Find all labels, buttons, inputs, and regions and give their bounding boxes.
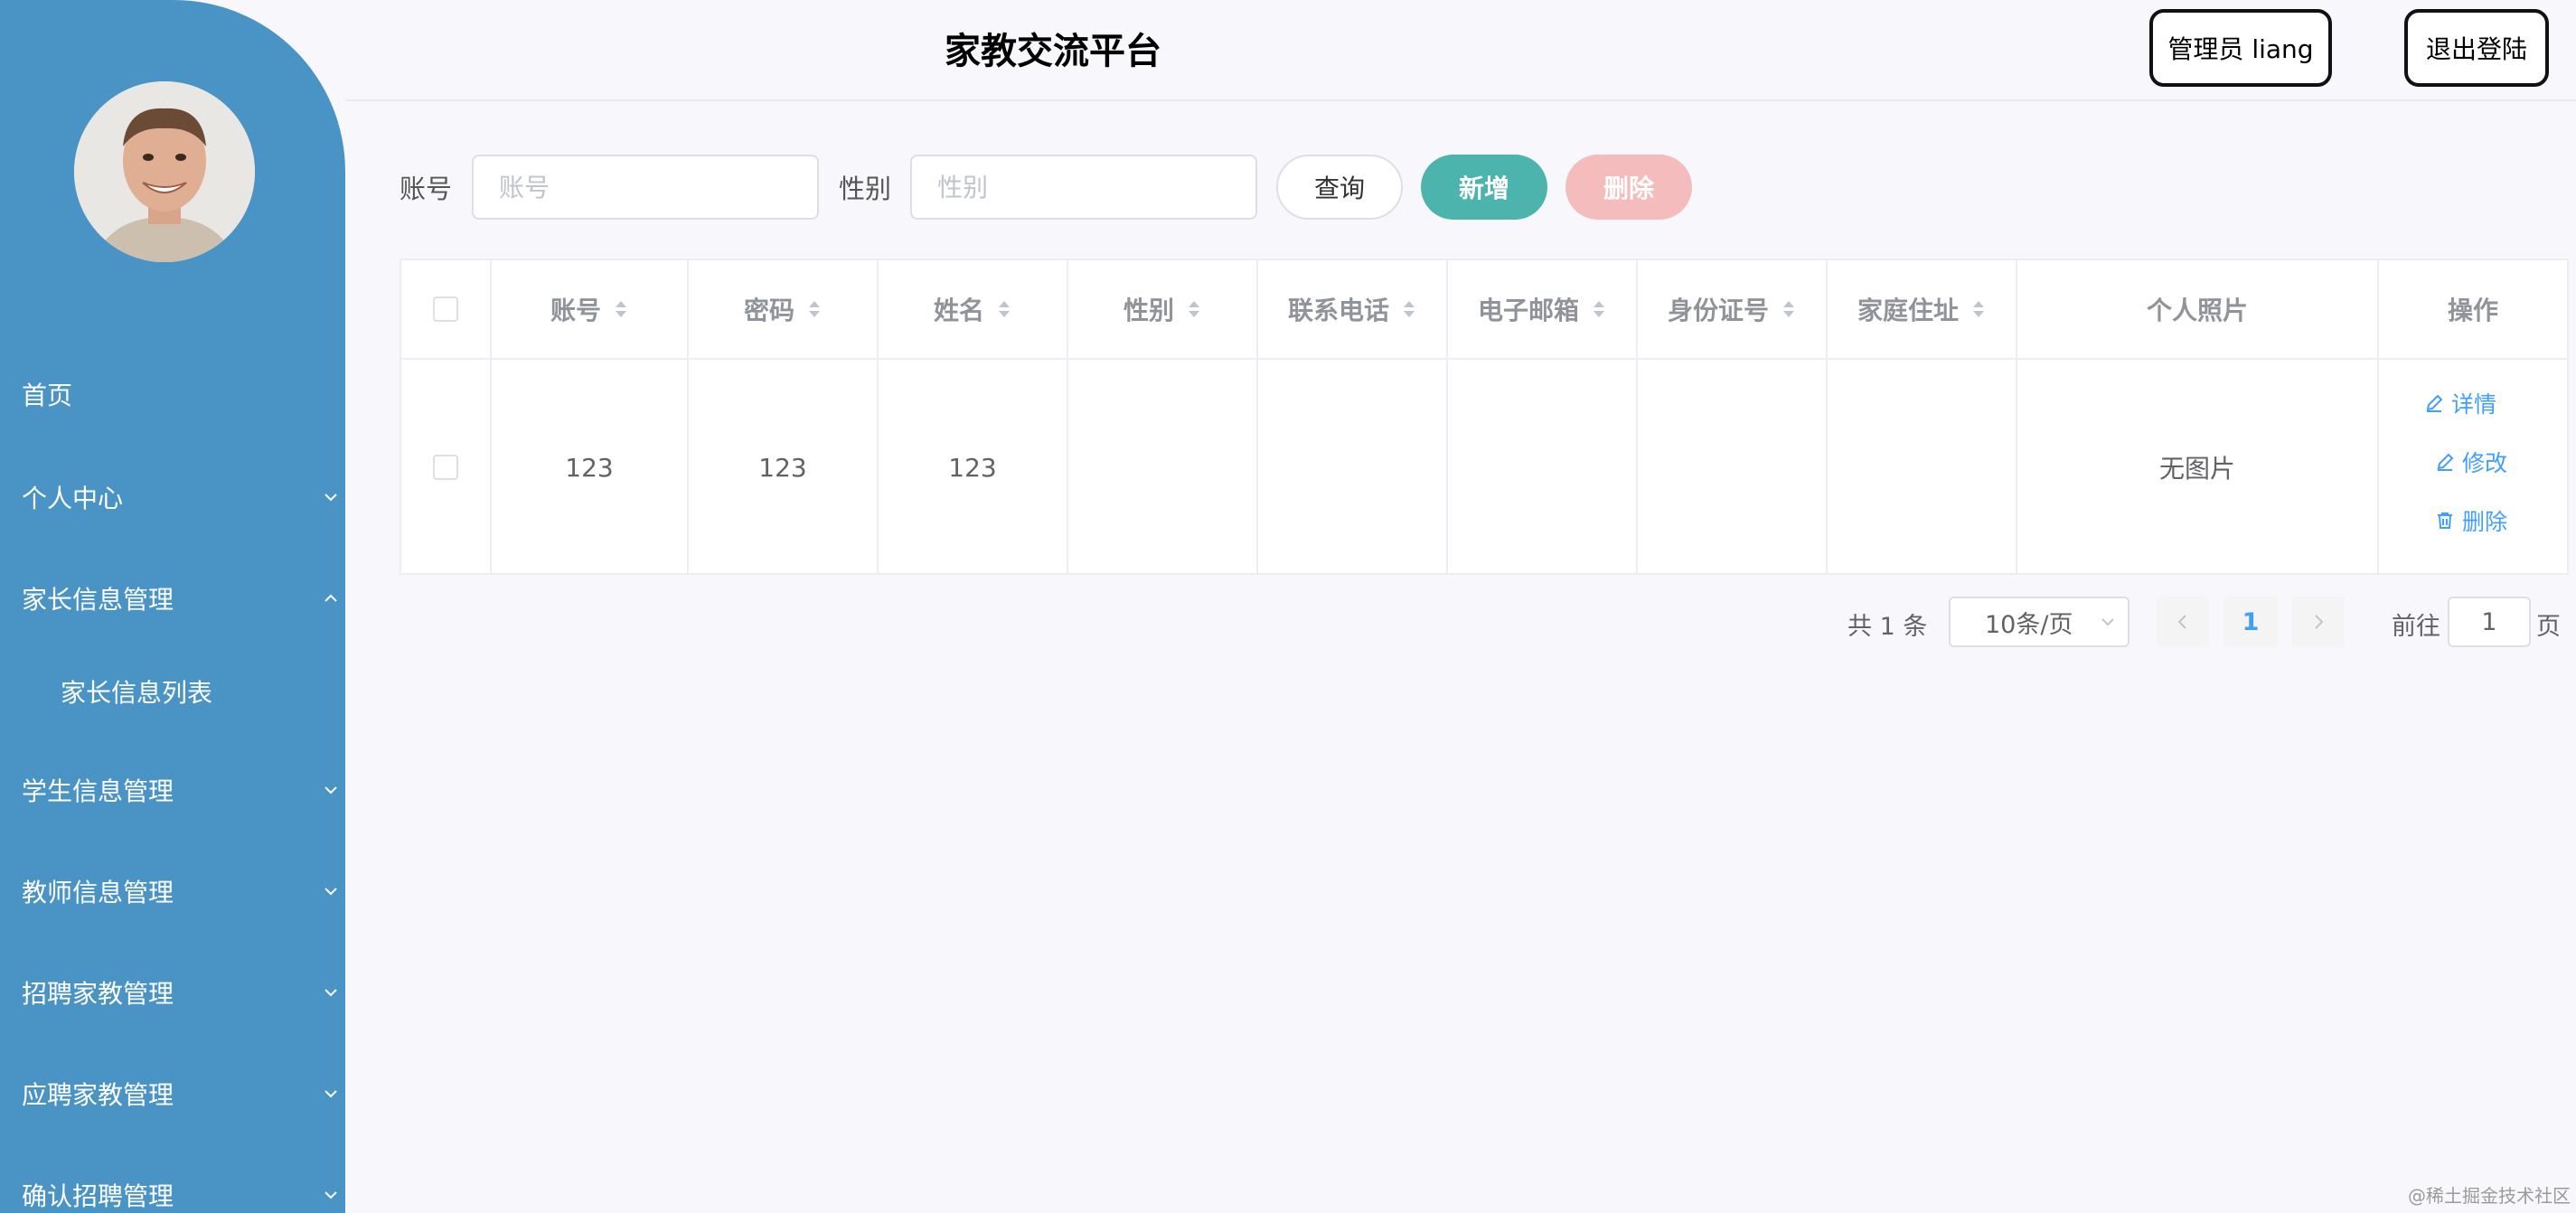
sort-icon[interactable]: [614, 297, 628, 321]
cell-password: 123: [689, 360, 879, 575]
batch-delete-button[interactable]: 删除: [1565, 155, 1692, 220]
column-header-address[interactable]: 家庭住址: [1828, 260, 2017, 360]
logout-button[interactable]: 退出登陆: [2404, 9, 2549, 87]
chevron-up-icon: [324, 594, 337, 602]
column-header-photo: 个人照片: [2017, 260, 2379, 360]
cell-phone: [1258, 360, 1448, 575]
trash-icon: [2438, 512, 2452, 529]
chevron-left-icon: [2177, 615, 2186, 629]
chevron-down-icon: [324, 494, 337, 502]
column-header-name[interactable]: 姓名: [879, 260, 1068, 360]
sort-icon[interactable]: [1592, 297, 1606, 321]
prev-page-button[interactable]: [2157, 597, 2209, 647]
gender-label: 性别: [839, 174, 892, 204]
sidebar-item-recruit-management[interactable]: 招聘家教管理: [0, 965, 345, 1020]
cell-name: 123: [879, 360, 1068, 575]
parent-table: 账号 密码 姓名 性别 联系电话 电子邮箱 身份证号 家庭住址 个人照片 操作 …: [400, 259, 2569, 575]
cell-actions: 详情 修改 删除: [2379, 360, 2567, 575]
cell-gender: [1068, 360, 1258, 575]
column-header-phone[interactable]: 联系电话: [1258, 260, 1448, 360]
page-size-select[interactable]: 10条/页: [1949, 597, 2129, 647]
chevron-down-icon: [324, 1090, 337, 1098]
edit-icon: [2437, 453, 2454, 471]
chevron-down-icon: [324, 989, 337, 997]
page-suffix-label: 页: [2536, 613, 2561, 641]
delete-link[interactable]: 删除: [2435, 504, 2507, 537]
chevron-right-icon: [2315, 615, 2324, 629]
sidebar-item-label: 家长信息列表: [61, 678, 213, 708]
column-header-actions: 操作: [2379, 260, 2567, 360]
sidebar-item-student-management[interactable]: 学生信息管理: [0, 763, 345, 817]
avatar-image: [74, 81, 255, 262]
sidebar-item-label: 教师信息管理: [22, 878, 174, 907]
account-search-input[interactable]: [472, 155, 819, 220]
account-label: 账号: [400, 174, 453, 204]
sidebar-item-teacher-management[interactable]: 教师信息管理: [0, 864, 345, 918]
sidebar-item-label: 应聘家教管理: [22, 1080, 174, 1110]
chevron-down-icon: [324, 1191, 337, 1199]
next-page-button[interactable]: [2292, 597, 2345, 647]
sidebar-item-label: 学生信息管理: [22, 776, 174, 806]
sort-icon[interactable]: [997, 297, 1011, 321]
sidebar-item-personal-center[interactable]: 个人中心: [0, 470, 345, 524]
sidebar-item-home[interactable]: 首页: [0, 367, 345, 421]
sidebar-item-confirm-management[interactable]: 确认招聘管理: [0, 1168, 345, 1213]
edit-link[interactable]: 修改: [2435, 446, 2507, 478]
chevron-down-icon: [324, 786, 337, 795]
query-button[interactable]: 查询: [1276, 155, 1403, 220]
column-header-account[interactable]: 账号: [492, 260, 689, 360]
gender-search-input[interactable]: [910, 155, 1257, 220]
cell-photo: 无图片: [2017, 360, 2379, 575]
sort-icon[interactable]: [1402, 297, 1416, 321]
column-header-password[interactable]: 密码: [689, 260, 879, 360]
cell-account: 123: [492, 360, 689, 575]
sidebar-item-apply-management[interactable]: 应聘家教管理: [0, 1067, 345, 1121]
sidebar-item-parent-list[interactable]: 家长信息列表: [0, 664, 345, 719]
watermark: @稀土掘金技术社区: [2408, 1185, 2571, 1207]
sidebar-item-label: 招聘家教管理: [22, 979, 174, 1009]
sidebar-item-label: 确认招聘管理: [22, 1181, 174, 1211]
row-checkbox[interactable]: [433, 455, 458, 480]
app-title: 家教交流平台: [945, 31, 1161, 72]
sidebar-item-label: 家长信息管理: [22, 585, 174, 615]
sidebar-item-label: 首页: [22, 381, 73, 410]
add-button[interactable]: 新增: [1421, 155, 1547, 220]
sidebar: 首页 个人中心 家长信息管理 家长信息列表 学生信息管理 教师信息管理 招聘家教…: [0, 0, 345, 1213]
goto-label: 前往: [2392, 613, 2440, 641]
cell-id-number: [1638, 360, 1828, 575]
cell-address: [1828, 360, 2017, 575]
admin-user-button[interactable]: 管理员 liang: [2149, 9, 2332, 87]
top-header: 家教交流平台 管理员 liang 退出登陆: [345, 0, 2576, 101]
sort-icon[interactable]: [1782, 297, 1796, 321]
select-all-cell: [401, 260, 492, 360]
column-header-email[interactable]: 电子邮箱: [1448, 260, 1638, 360]
sidebar-item-parent-management[interactable]: 家长信息管理: [0, 571, 345, 625]
chevron-down-icon: [2101, 618, 2114, 626]
cell-email: [1448, 360, 1638, 575]
table-row-select-cell: [401, 360, 492, 575]
sort-icon[interactable]: [1187, 297, 1201, 321]
sort-icon[interactable]: [807, 297, 822, 321]
chevron-down-icon: [324, 888, 337, 896]
select-all-checkbox[interactable]: [433, 296, 458, 322]
detail-link[interactable]: 详情: [2424, 387, 2496, 419]
column-header-gender[interactable]: 性别: [1068, 260, 1258, 360]
pagination-total: 共 1 条: [1847, 613, 1928, 641]
edit-icon: [2426, 394, 2443, 412]
column-header-id-number[interactable]: 身份证号: [1638, 260, 1828, 360]
sidebar-item-label: 个人中心: [22, 484, 124, 513]
sort-icon[interactable]: [1971, 297, 1986, 321]
page-number-button[interactable]: 1: [2223, 597, 2278, 647]
goto-page-input[interactable]: 1: [2448, 597, 2531, 647]
avatar: [74, 81, 255, 262]
